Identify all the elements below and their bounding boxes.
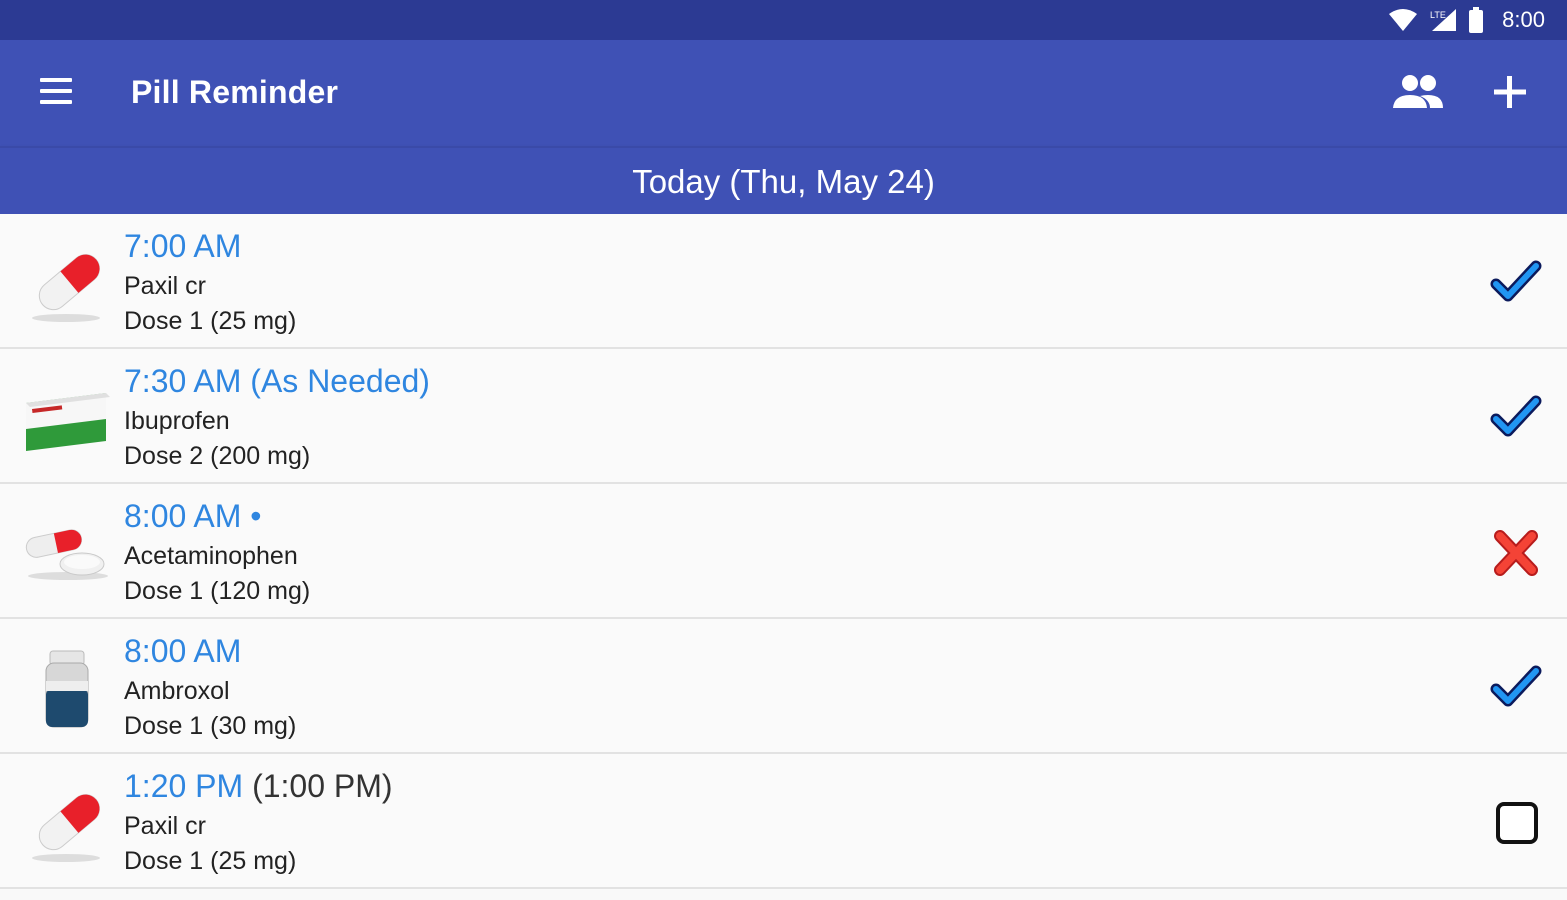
battery-icon: [1469, 7, 1484, 33]
dose-info: Dose 1 (30 mg): [124, 712, 297, 740]
svg-text:LTE: LTE: [1430, 10, 1446, 20]
medication-name: Ibuprofen: [124, 407, 230, 435]
add-icon[interactable]: [1488, 70, 1532, 114]
list-item[interactable]: 8:00 AM Ambroxol Dose 1 (30 mg): [0, 619, 1567, 754]
original-time: (1:00 PM): [252, 768, 393, 804]
menu-icon[interactable]: [40, 78, 76, 108]
reminder-time: 1:20 PM: [124, 768, 244, 804]
pills-icon: [25, 529, 108, 580]
capsule-icon: [32, 794, 100, 862]
bottle-icon: [45, 650, 89, 728]
reminder-list: 7:00 AM Paxil cr Dose 1 (25 mg) 7:30 AM …: [0, 214, 1567, 889]
reminder-time: 7:00 AM: [124, 228, 242, 264]
medication-name: Paxil cr: [124, 812, 206, 840]
capsule-icon: [32, 254, 100, 322]
check-icon[interactable]: [1490, 258, 1542, 308]
medication-name: Acetaminophen: [124, 542, 298, 570]
clock: 8:00: [1502, 7, 1545, 32]
check-icon[interactable]: [1490, 393, 1542, 443]
dose-info: Dose 1 (120 mg): [124, 577, 311, 605]
date-header: Today (Thu, May 24): [0, 146, 1567, 214]
medication-name: Ambroxol: [124, 677, 230, 705]
reminder-time: 8:00 AM •: [124, 498, 262, 534]
reminder-time: 8:00 AM: [124, 633, 242, 669]
medication-name: Paxil cr: [124, 272, 206, 300]
dose-info: Dose 1 (25 mg): [124, 307, 297, 335]
wifi-icon: [1389, 9, 1418, 31]
cell-signal-icon: LTE: [1430, 9, 1457, 31]
checkbox-icon[interactable]: [1490, 798, 1542, 848]
pill-box-icon: [26, 393, 110, 451]
list-item[interactable]: 1:20 PM (1:00 PM) Paxil cr Dose 1 (25 mg…: [0, 754, 1567, 889]
people-icon[interactable]: [1390, 70, 1446, 116]
dose-info: Dose 1 (25 mg): [124, 847, 297, 875]
status-bar: LTE 8:00: [0, 0, 1567, 40]
app-bar: Pill Reminder: [0, 40, 1567, 146]
cross-icon[interactable]: [1490, 528, 1542, 578]
check-icon[interactable]: [1490, 663, 1542, 713]
reminder-time: 7:30 AM (As Needed): [124, 363, 430, 399]
dose-info: Dose 2 (200 mg): [124, 442, 311, 470]
list-item[interactable]: 7:00 AM Paxil cr Dose 1 (25 mg): [0, 214, 1567, 349]
list-item[interactable]: 8:00 AM • Acetaminophen Dose 1 (120 mg): [0, 484, 1567, 619]
app-title: Pill Reminder: [131, 74, 339, 110]
list-item[interactable]: 7:30 AM (As Needed) Ibuprofen Dose 2 (20…: [0, 349, 1567, 484]
